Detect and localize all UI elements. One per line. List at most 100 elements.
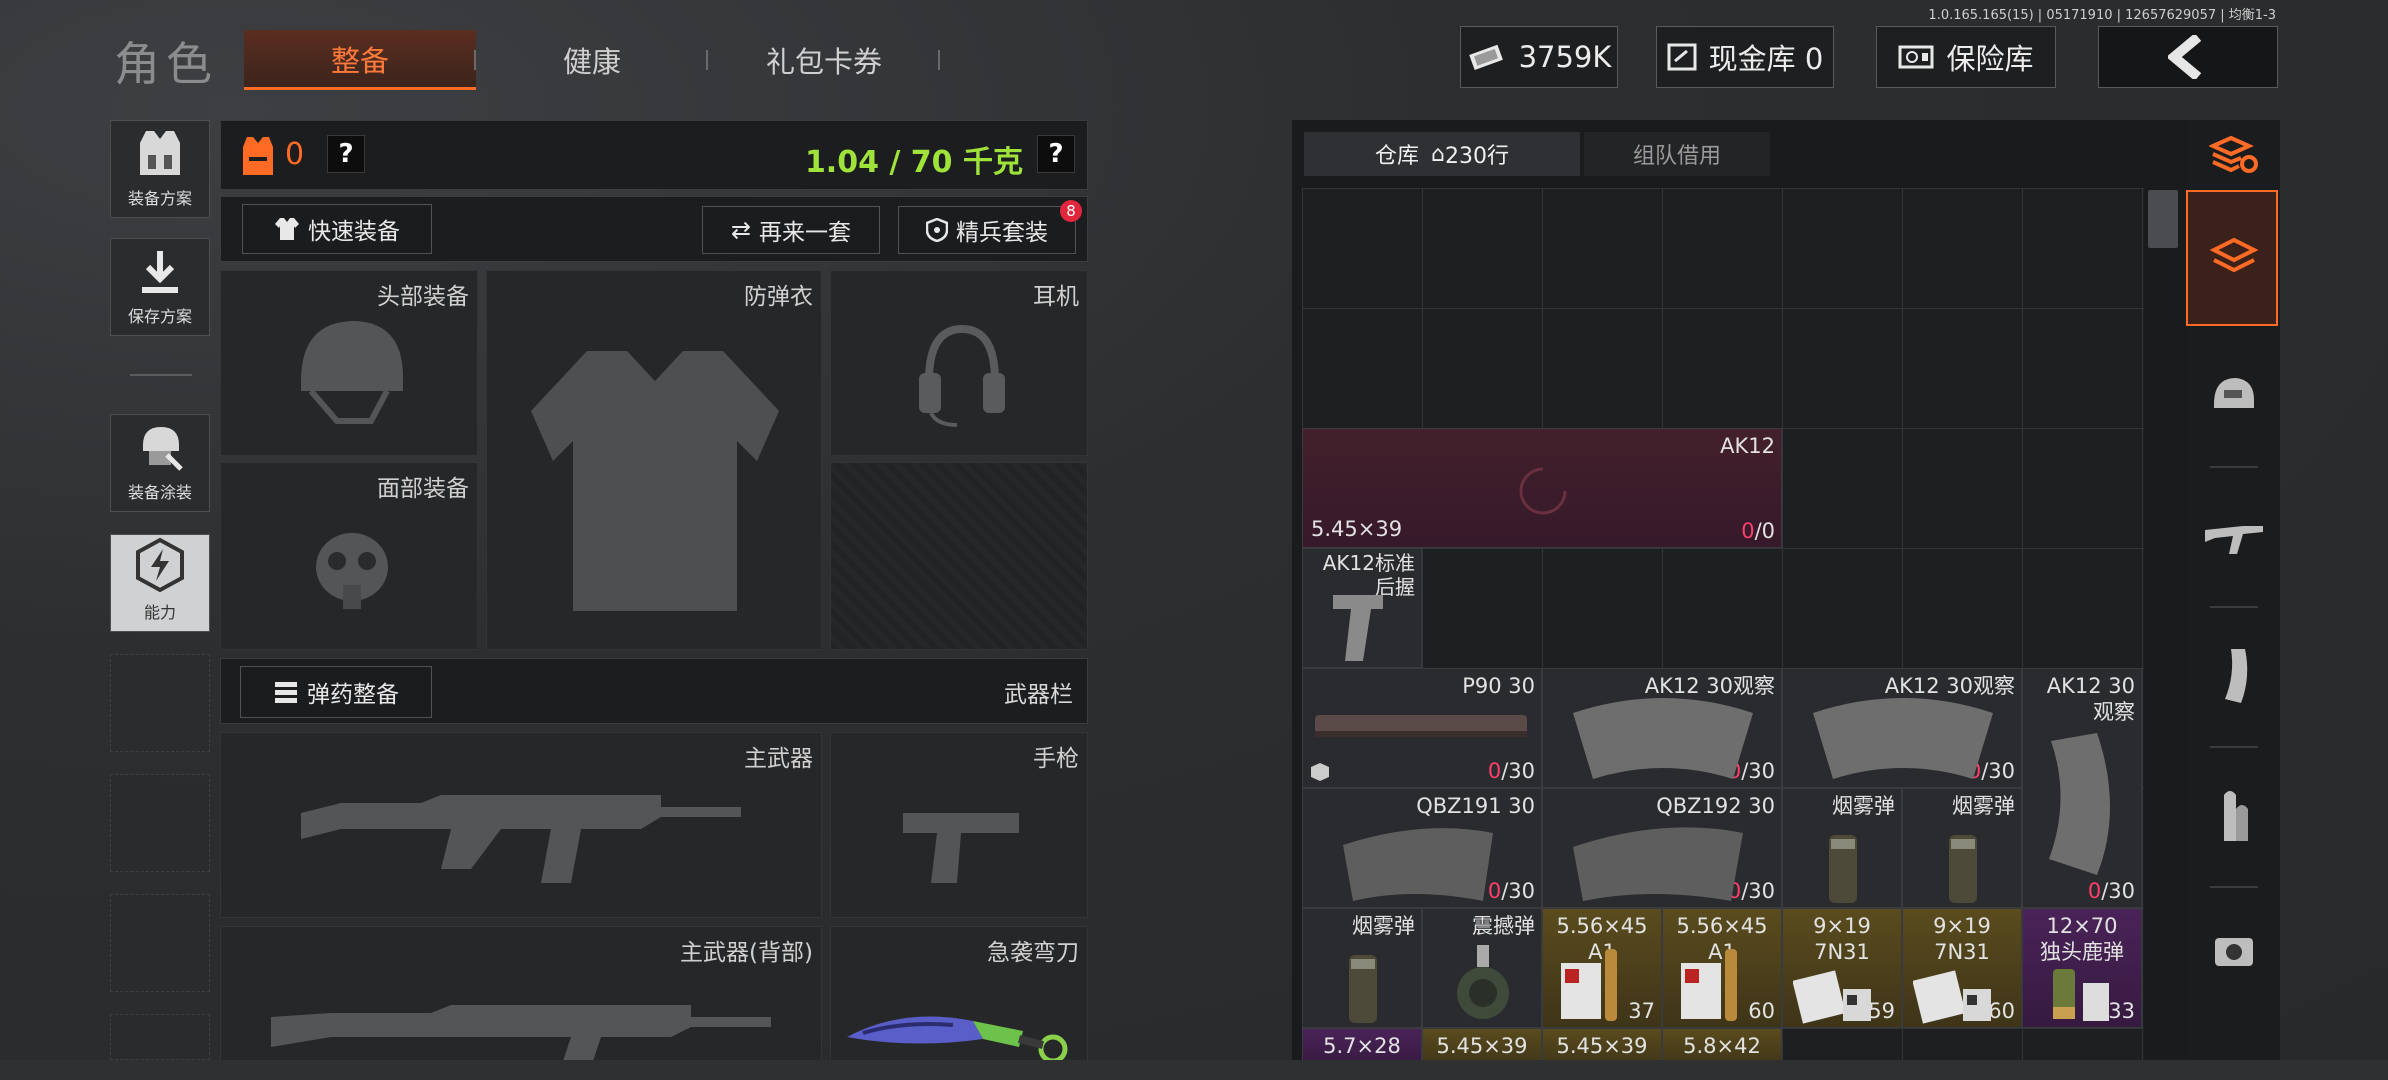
ability-button[interactable]: 能力 bbox=[110, 534, 210, 632]
warehouse-item-qbz192-mag[interactable]: QBZ192 30 0/30 bbox=[1542, 788, 1782, 908]
category-ammo[interactable] bbox=[2188, 770, 2280, 862]
safe-button[interactable]: 保险库 bbox=[1876, 26, 2056, 88]
karambit-icon bbox=[847, 1016, 1068, 1064]
elite-set-button[interactable]: 精兵套装 bbox=[898, 206, 1076, 254]
ammo-box-icon bbox=[1913, 970, 1991, 1024]
save-plan-button[interactable]: 保存方案 bbox=[110, 238, 210, 336]
save-plan-label: 保存方案 bbox=[127, 307, 192, 326]
warehouse-item-smoke[interactable]: 烟雾弹 bbox=[1782, 788, 1902, 908]
team-borrow-tab[interactable]: 组队借用 bbox=[1584, 132, 1770, 176]
armor-count: 0 bbox=[285, 137, 305, 172]
primary-weapon-label: 主武器 bbox=[744, 746, 813, 772]
warehouse-grid[interactable]: AK12 5.45×39 0/0 AK12标准后握 P90 30 0/30 AK… bbox=[1302, 188, 2144, 1060]
warehouse-item-ak12[interactable]: AK12 5.45×39 0/0 bbox=[1302, 428, 1782, 548]
category-weapons[interactable] bbox=[2188, 490, 2280, 582]
item-name: 烟雾弹 bbox=[1352, 914, 1415, 938]
ammo-box-icon bbox=[1793, 970, 1871, 1024]
item-caliber: 5.45×39 bbox=[1311, 517, 1403, 541]
pistol-slot[interactable]: 手枪 bbox=[830, 732, 1088, 918]
money-display[interactable]: 3759K bbox=[1460, 26, 1618, 88]
empty-slot bbox=[110, 894, 210, 992]
p90-mag-icon bbox=[1315, 715, 1527, 737]
headset-slot-label: 耳机 bbox=[1033, 284, 1079, 310]
tab-health[interactable]: 健康 bbox=[476, 30, 708, 90]
ammo-equip-button[interactable]: 弹药整备 bbox=[240, 666, 432, 718]
ability-label: 能力 bbox=[143, 603, 176, 622]
item-name: QBZ191 30 bbox=[1416, 794, 1535, 818]
warehouse-item-grip[interactable]: AK12标准后握 bbox=[1302, 548, 1422, 668]
head-slot[interactable]: 头部装备 bbox=[220, 270, 478, 456]
melee-slot-label: 急袭弯刀 bbox=[987, 940, 1079, 966]
ammo-box-icon bbox=[1561, 949, 1617, 1021]
warehouse-item-smoke[interactable]: 烟雾弹 bbox=[1302, 908, 1422, 1028]
warehouse-item-p90-mag[interactable]: P90 30 0/30 bbox=[1302, 668, 1542, 788]
ammo-box-icon bbox=[1681, 949, 1737, 1021]
item-name: 5.45×39 bbox=[1556, 1034, 1648, 1058]
warehouse-item-ammo[interactable]: 5.45×39 bbox=[1542, 1028, 1662, 1060]
tab-equip[interactable]: 整备 bbox=[244, 30, 476, 90]
category-attachments[interactable] bbox=[2188, 906, 2280, 998]
warehouse-item-ammo-556[interactable]: 5.56×45 A1 37 bbox=[1542, 908, 1662, 1028]
elite-badge: 8 bbox=[1060, 200, 1082, 222]
page-title: 角色 bbox=[114, 37, 218, 91]
warehouse-item-ammo-919[interactable]: 9×19 7N31 60 bbox=[1902, 908, 2022, 1028]
warehouse-scrollbar[interactable] bbox=[2148, 190, 2178, 248]
back-weapon-slot[interactable]: 主武器(背部) bbox=[220, 926, 822, 1067]
warehouse-item-smoke[interactable]: 烟雾弹 bbox=[1902, 788, 2022, 908]
pistol-icon bbox=[903, 813, 1019, 883]
item-name: 5.45×39 bbox=[1436, 1034, 1528, 1058]
quick-equip-button[interactable]: 快速装备 bbox=[242, 204, 432, 254]
helmet-skin-icon bbox=[143, 427, 183, 471]
head-slot-label: 头部装备 bbox=[377, 284, 469, 310]
locked-slot bbox=[830, 462, 1088, 650]
vest-slot[interactable]: 防弹衣 bbox=[486, 270, 822, 650]
sort-button[interactable] bbox=[2188, 108, 2280, 200]
warehouse-item-ammo[interactable]: 5.45×39 bbox=[1422, 1028, 1542, 1060]
warehouse-tab-label: 仓库 bbox=[1375, 144, 1420, 169]
tab-gift[interactable]: 礼包卡券 bbox=[708, 30, 940, 90]
warehouse-tab[interactable]: 仓库 ⌂ 230行 bbox=[1304, 132, 1580, 176]
headset-slot[interactable]: 耳机 bbox=[830, 270, 1088, 456]
weight-help-button[interactable]: ? bbox=[1037, 135, 1075, 173]
item-name: 震撼弹 bbox=[1472, 914, 1535, 938]
face-slot[interactable]: 面部装备 bbox=[220, 462, 478, 650]
ak-mag-icon bbox=[1813, 698, 1993, 779]
category-all[interactable] bbox=[2186, 190, 2278, 326]
loadout-plan-button[interactable]: 装备方案 bbox=[110, 120, 210, 218]
gas-mask-icon bbox=[316, 533, 388, 609]
category-armor[interactable] bbox=[2188, 350, 2280, 442]
pistol-slot-label: 手枪 bbox=[1033, 746, 1079, 772]
ammo-icon bbox=[275, 682, 297, 703]
warehouse-item-flashbang[interactable]: 震撼弹 bbox=[1422, 908, 1542, 1028]
category-divider bbox=[2210, 746, 2258, 748]
ability-bolt-icon bbox=[136, 537, 184, 593]
helmet-icon bbox=[2214, 378, 2254, 408]
armor-help-button[interactable]: ? bbox=[327, 135, 365, 173]
qbz-mag-icon bbox=[1343, 828, 1493, 901]
smoke-grenade-icon bbox=[1949, 835, 1977, 903]
cash-vault-button[interactable]: 现金库 0 bbox=[1656, 26, 1834, 88]
vest-plan-icon bbox=[140, 131, 180, 175]
primary-weapon-slot[interactable]: 主武器 bbox=[220, 732, 822, 918]
skin-button[interactable]: 装备涂装 bbox=[110, 414, 210, 512]
again-button[interactable]: ⇄ 再来一套 bbox=[702, 206, 880, 254]
warehouse-item-ak12-mag[interactable]: AK12 30观察 0/30 bbox=[1542, 668, 1782, 788]
smoke-grenade-icon bbox=[1349, 955, 1377, 1023]
home-icon: ⌂ bbox=[1431, 141, 1445, 167]
bullets-icon bbox=[2224, 791, 2248, 841]
warehouse-item-ammo-556[interactable]: 5.56×45 A1 60 bbox=[1662, 908, 1782, 1028]
warehouse-item-ammo[interactable]: 5.8×42 bbox=[1662, 1028, 1782, 1060]
bottom-strip bbox=[0, 1060, 2388, 1080]
ammo-equip-label: 弹药整备 bbox=[307, 682, 399, 708]
category-magazines[interactable] bbox=[2188, 630, 2280, 722]
warehouse-item-ak12-mag[interactable]: AK12 30观察 0/30 bbox=[2022, 668, 2142, 908]
again-label: 再来一套 bbox=[759, 220, 852, 246]
melee-slot[interactable]: 急袭弯刀 bbox=[830, 926, 1088, 1066]
warehouse-item-ammo-919[interactable]: 9×19 7N31 59 bbox=[1782, 908, 1902, 1028]
warehouse-item-ammo[interactable]: 5.7×28 bbox=[1302, 1028, 1422, 1060]
back-button[interactable] bbox=[2098, 26, 2278, 88]
warehouse-item-qbz191-mag[interactable]: QBZ191 30 0/30 bbox=[1302, 788, 1542, 908]
cash-icon bbox=[1467, 43, 1507, 71]
warehouse-item-ak12-mag[interactable]: AK12 30观察 0/30 bbox=[1782, 668, 2022, 788]
warehouse-item-ammo-1270[interactable]: 12×70 独头鹿弹 33 bbox=[2022, 908, 2142, 1028]
